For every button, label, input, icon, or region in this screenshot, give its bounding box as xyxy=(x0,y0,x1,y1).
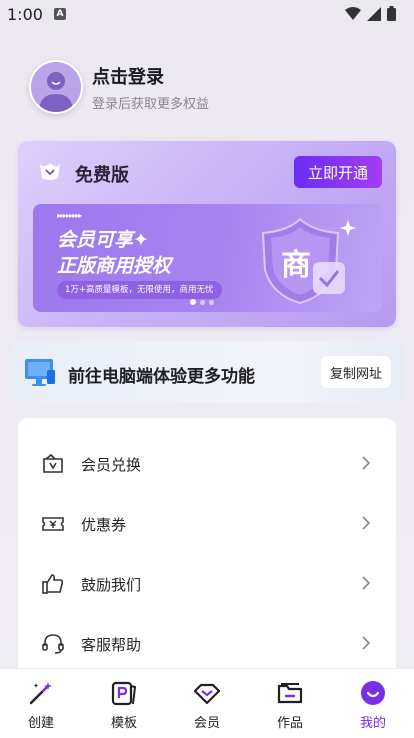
carousel-dot xyxy=(190,299,196,305)
tab-label: 创建 xyxy=(27,716,54,731)
thumbs-up-icon xyxy=(42,574,64,594)
magic-wand-icon xyxy=(29,682,52,705)
battery-icon xyxy=(387,6,396,21)
plan-title: 免费版 xyxy=(75,165,129,186)
carousel-dot xyxy=(200,299,205,305)
tab-membership[interactable]: 会员 xyxy=(166,670,248,732)
copy-url-button[interactable]: 复制网址 xyxy=(321,356,391,388)
headset-icon xyxy=(42,634,64,654)
tab-create[interactable]: 创建 xyxy=(0,670,82,732)
menu-item-vip-redeem[interactable]: 会员兑换 xyxy=(18,433,396,493)
banner-arrows: ▸▸▸▸▸▸▸▸ xyxy=(57,211,82,220)
chevron-right-icon xyxy=(362,456,371,470)
avatar[interactable] xyxy=(29,60,83,114)
chevron-right-icon xyxy=(362,636,371,650)
menu-item-support[interactable]: 客服帮助 xyxy=(18,613,396,673)
banner-feature-pill: 1万+高质量模板，无限使用，商用无忧 xyxy=(57,281,222,299)
status-time: 1:00 xyxy=(7,5,43,24)
menu-item-label: 鼓励我们 xyxy=(81,576,142,594)
menu-item-label: 客服帮助 xyxy=(81,636,142,654)
tab-label: 作品 xyxy=(276,716,303,731)
template-icon xyxy=(111,681,137,706)
banner-headline-2: 正版商用授权 xyxy=(57,255,172,277)
tab-label: 会员 xyxy=(193,716,220,731)
crown-icon xyxy=(40,163,60,180)
profile-icon xyxy=(361,681,385,705)
sim-icon: A xyxy=(54,8,66,20)
signal-icon xyxy=(367,6,381,21)
chevron-right-icon xyxy=(362,576,371,590)
computer-icon xyxy=(25,359,55,386)
ticket-icon xyxy=(43,453,63,473)
login-title[interactable]: 点击登录 xyxy=(92,63,164,89)
tab-profile[interactable]: 我的 xyxy=(332,670,414,732)
login-subtitle: 登录后获取更多权益 xyxy=(92,97,210,112)
commercial-shield-icon: 商 xyxy=(261,217,356,305)
banner-headline-1: 会员可享✦ xyxy=(57,229,149,251)
chevron-right-icon xyxy=(362,516,371,530)
carousel-indicator xyxy=(190,299,214,305)
wifi-icon xyxy=(345,6,361,20)
shield-badge-text: 商 xyxy=(281,248,311,283)
menu-item-label: 会员兑换 xyxy=(81,456,142,474)
coupon-icon xyxy=(42,517,64,531)
carousel-dot xyxy=(209,299,214,305)
tab-label: 模板 xyxy=(110,716,137,731)
pc-promo-text: 前往电脑端体验更多功能 xyxy=(68,367,255,387)
avatar-person-icon xyxy=(39,72,73,112)
folder-icon xyxy=(277,683,303,704)
open-membership-button[interactable]: 立即开通 xyxy=(294,156,382,188)
tab-works[interactable]: 作品 xyxy=(249,670,331,732)
menu-item-coupons[interactable]: 优惠券 xyxy=(18,493,396,553)
menu-item-encourage[interactable]: 鼓励我们 xyxy=(18,553,396,613)
tab-label: 我的 xyxy=(359,716,386,731)
status-icons xyxy=(345,6,396,21)
menu-item-label: 优惠券 xyxy=(81,516,127,534)
tab-templates[interactable]: 模板 xyxy=(83,670,165,732)
diamond-icon xyxy=(194,683,220,705)
status-bar: 1:00 A xyxy=(0,0,414,30)
